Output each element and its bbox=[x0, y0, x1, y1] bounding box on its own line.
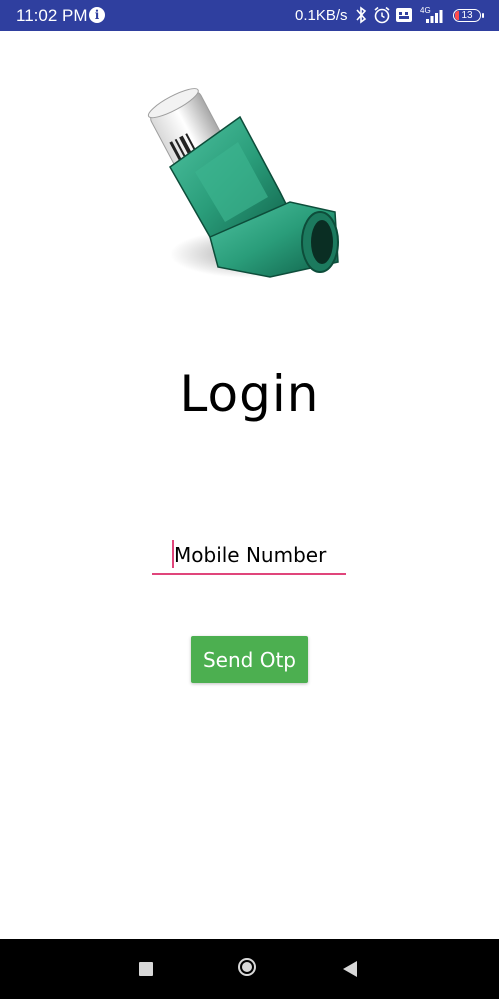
alarm-icon bbox=[374, 6, 390, 24]
network-speed: 0.1KB/s bbox=[295, 7, 348, 24]
inhaler-icon bbox=[147, 88, 339, 278]
bluetooth-icon bbox=[356, 6, 367, 24]
mobile-number-placeholder: Mobile Number bbox=[174, 543, 327, 567]
status-time: 11:02 PM bbox=[16, 6, 88, 25]
page-title: Login bbox=[179, 365, 320, 423]
recents-icon[interactable] bbox=[139, 962, 153, 976]
home-icon-center bbox=[242, 962, 252, 972]
volte-icon bbox=[396, 8, 412, 22]
battery-icon: 13 bbox=[453, 9, 481, 22]
send-otp-button[interactable]: Send Otp bbox=[191, 636, 308, 683]
status-bar: 11:02 PM i 0.1KB/s 4G 13 bbox=[0, 0, 499, 31]
signal-icon bbox=[426, 10, 443, 23]
back-icon[interactable] bbox=[343, 961, 357, 977]
navigation-bar bbox=[0, 939, 499, 999]
mobile-number-field[interactable]: Mobile Number bbox=[152, 535, 346, 575]
battery-tip bbox=[482, 13, 484, 18]
info-icon: i bbox=[89, 7, 105, 23]
